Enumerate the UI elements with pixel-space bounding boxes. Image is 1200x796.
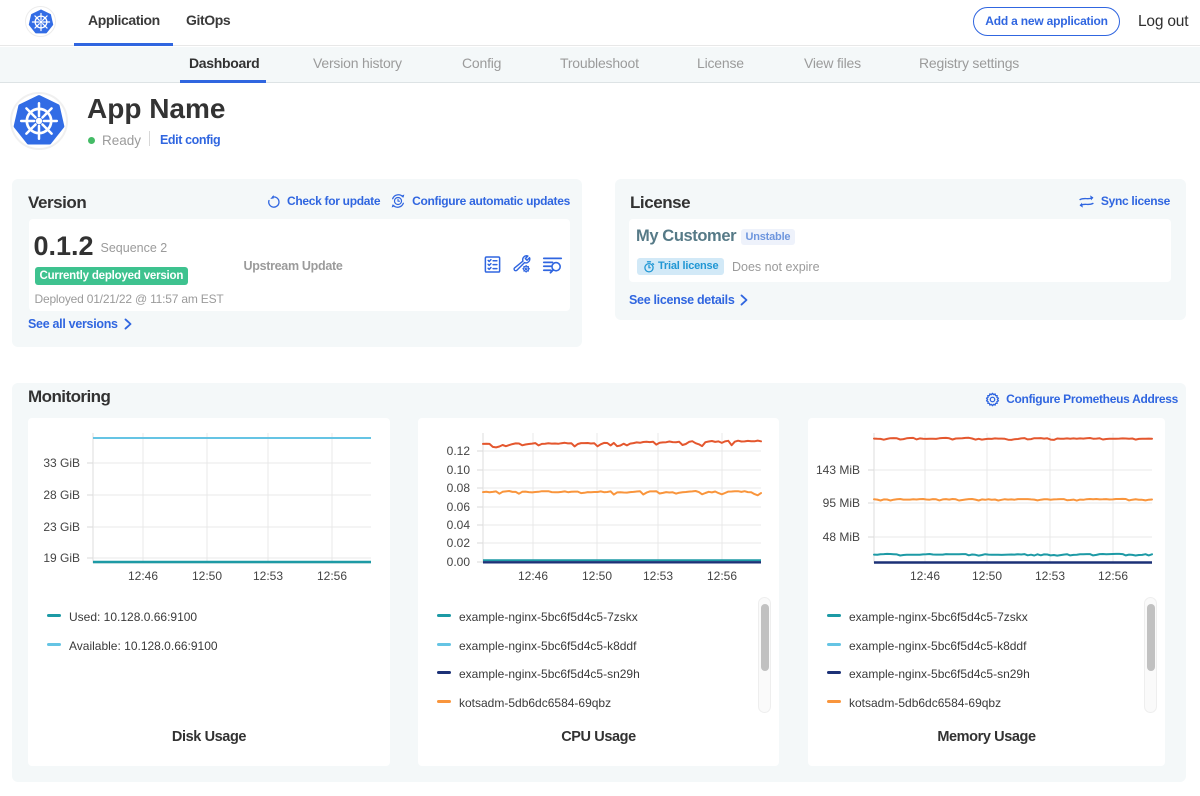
svg-text:28 GiB: 28 GiB <box>43 488 80 502</box>
svg-text:12:53: 12:53 <box>1035 569 1065 583</box>
svg-text:12:56: 12:56 <box>1098 569 1128 583</box>
svg-text:0.06: 0.06 <box>447 500 471 514</box>
svg-text:0.10: 0.10 <box>447 463 471 477</box>
svg-text:23 GiB: 23 GiB <box>43 520 80 534</box>
svg-text:12:46: 12:46 <box>910 569 940 583</box>
svg-text:95 MiB: 95 MiB <box>823 496 860 510</box>
svg-text:0.00: 0.00 <box>447 555 471 569</box>
svg-text:12:53: 12:53 <box>643 569 673 583</box>
svg-text:12:46: 12:46 <box>128 569 158 583</box>
svg-text:12:46: 12:46 <box>518 569 548 583</box>
svg-text:12:50: 12:50 <box>192 569 222 583</box>
svg-text:0.08: 0.08 <box>447 481 471 495</box>
svg-text:0.02: 0.02 <box>447 536 471 550</box>
svg-text:12:50: 12:50 <box>582 569 612 583</box>
svg-text:143 MiB: 143 MiB <box>816 463 860 477</box>
svg-text:12:53: 12:53 <box>253 569 283 583</box>
svg-text:19 GiB: 19 GiB <box>43 551 80 565</box>
svg-text:0.12: 0.12 <box>447 444 471 458</box>
svg-text:12:50: 12:50 <box>972 569 1002 583</box>
svg-text:48 MiB: 48 MiB <box>823 530 860 544</box>
svg-text:12:56: 12:56 <box>317 569 347 583</box>
svg-text:33 GiB: 33 GiB <box>43 456 80 470</box>
svg-text:12:56: 12:56 <box>707 569 737 583</box>
svg-text:0.04: 0.04 <box>447 518 471 532</box>
